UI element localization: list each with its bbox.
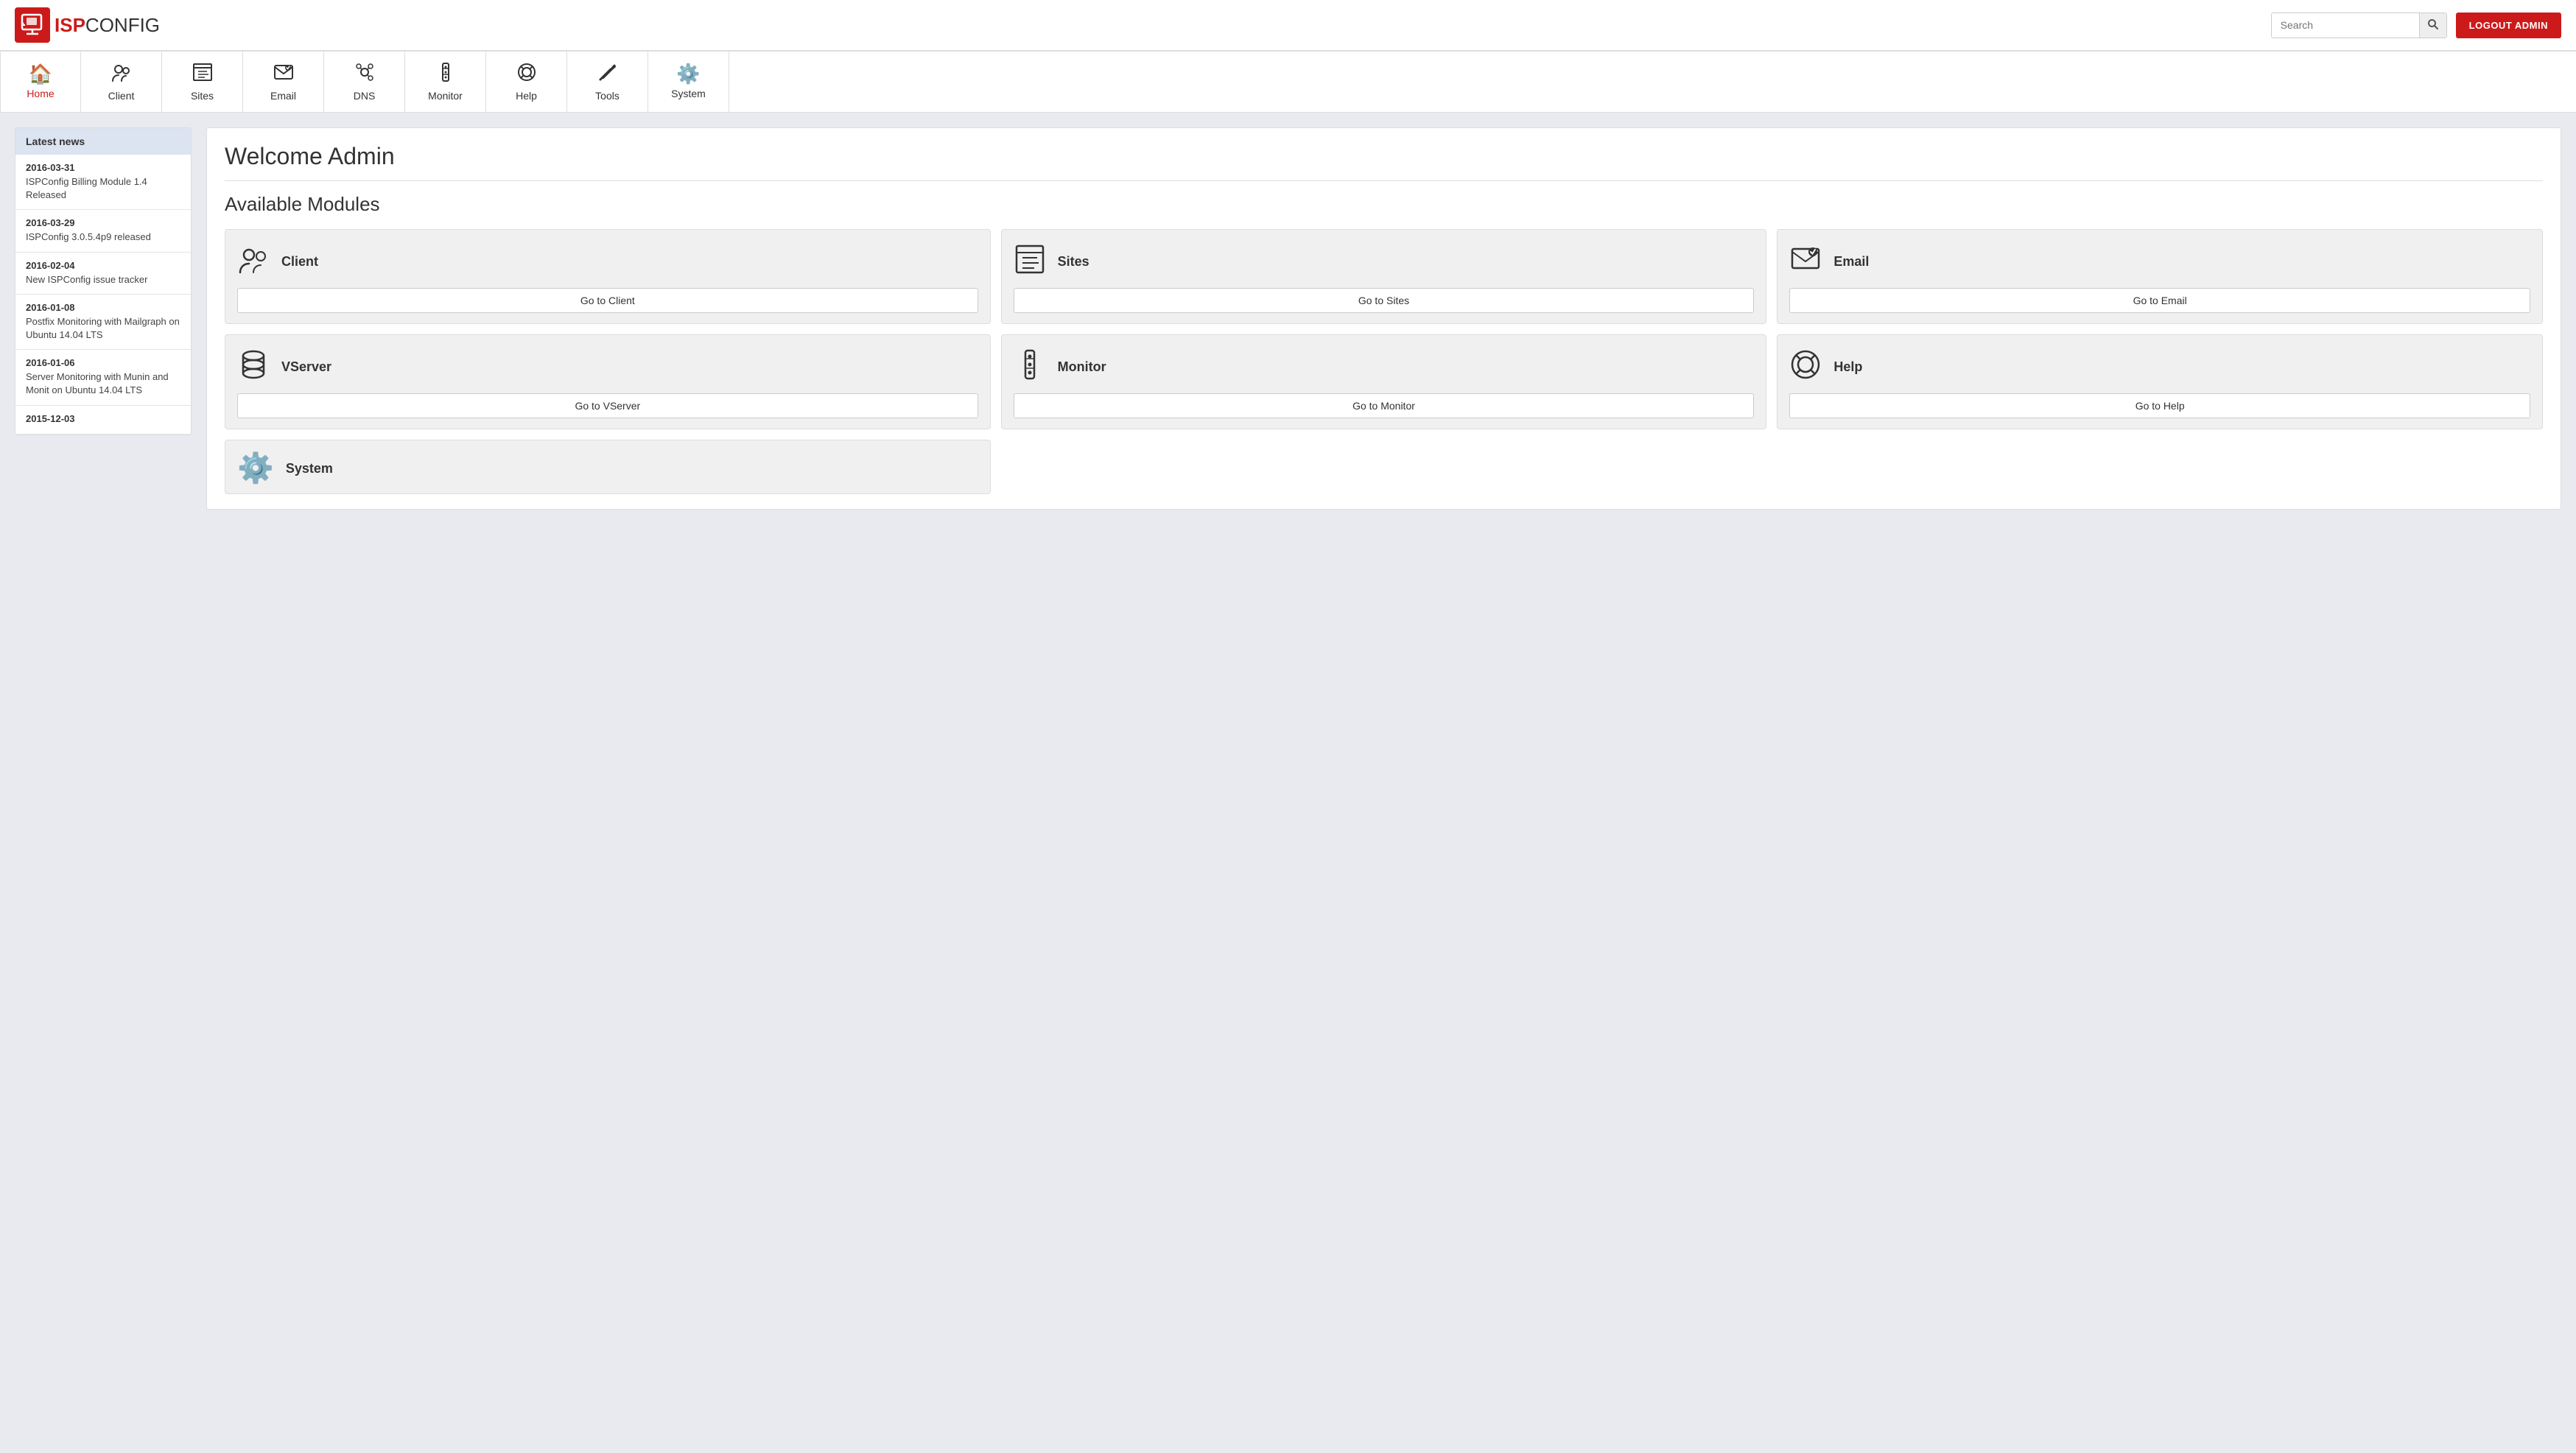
header-right: LOGOUT ADMIN bbox=[2271, 13, 2561, 38]
module-card-system: ⚙️ System bbox=[225, 440, 991, 494]
module-top-monitor: Monitor bbox=[1014, 348, 1755, 386]
nav-item-sites[interactable]: Sites bbox=[162, 52, 243, 112]
search-input[interactable] bbox=[2272, 14, 2419, 36]
news-item: 2016-03-31 ISPConfig Billing Module 1.4 … bbox=[15, 155, 191, 210]
module-card-monitor: Monitor Go to Monitor bbox=[1001, 334, 1767, 429]
nav-bar: 🏠 Home Client Sites bbox=[0, 51, 2576, 113]
module-card-email: Email Go to Email bbox=[1777, 229, 2543, 324]
module-top-vserver: VServer bbox=[237, 348, 978, 386]
sidebar-header: Latest news bbox=[15, 128, 191, 155]
goto-monitor-button[interactable]: Go to Monitor bbox=[1014, 393, 1755, 418]
logout-button[interactable]: LOGOUT ADMIN bbox=[2456, 13, 2561, 38]
vserver-module-name: VServer bbox=[281, 359, 331, 375]
module-top-help: Help bbox=[1789, 348, 2530, 386]
module-card-sites: Sites Go to Sites bbox=[1001, 229, 1767, 324]
nav-item-help[interactable]: Help bbox=[486, 52, 567, 112]
nav-label-client: Client bbox=[108, 90, 135, 102]
nav-label-home: Home bbox=[27, 88, 54, 99]
nav-label-tools: Tools bbox=[595, 90, 620, 102]
monitor-module-icon bbox=[1014, 348, 1046, 386]
logo-text: ISPCONFIG bbox=[55, 14, 160, 37]
dns-icon bbox=[354, 62, 375, 85]
news-date: 2016-02-04 bbox=[26, 260, 180, 271]
news-item: 2016-01-06 Server Monitoring with Munin … bbox=[15, 350, 191, 405]
nav-label-dns: DNS bbox=[354, 90, 376, 102]
module-top-client: Client bbox=[237, 243, 978, 281]
system-module-name: System bbox=[286, 461, 333, 476]
goto-client-button[interactable]: Go to Client bbox=[237, 288, 978, 313]
nav-item-tools[interactable]: Tools bbox=[567, 52, 648, 112]
help-icon bbox=[516, 62, 537, 85]
news-item: 2016-03-29 ISPConfig 3.0.5.4p9 released bbox=[15, 210, 191, 252]
help-module-name: Help bbox=[1833, 359, 1862, 375]
news-date: 2015-12-03 bbox=[26, 413, 180, 424]
nav-item-dns[interactable]: DNS bbox=[324, 52, 405, 112]
module-card-help: Help Go to Help bbox=[1777, 334, 2543, 429]
welcome-title: Welcome Admin bbox=[225, 143, 2543, 181]
news-item: 2016-01-08 Postfix Monitoring with Mailg… bbox=[15, 295, 191, 350]
nav-label-monitor: Monitor bbox=[428, 90, 463, 102]
news-date: 2016-03-31 bbox=[26, 162, 180, 173]
logo: ISPCONFIG bbox=[15, 7, 160, 43]
module-card-client: Client Go to Client bbox=[225, 229, 991, 324]
main-layout: Latest news 2016-03-31 ISPConfig Billing… bbox=[0, 113, 2576, 524]
nav-item-system[interactable]: ⚙️ System bbox=[648, 52, 729, 112]
monitor-module-name: Monitor bbox=[1058, 359, 1106, 375]
vserver-module-icon bbox=[237, 348, 270, 386]
header: ISPCONFIG LOGOUT ADMIN bbox=[0, 0, 2576, 51]
goto-help-button[interactable]: Go to Help bbox=[1789, 393, 2530, 418]
home-icon: 🏠 bbox=[29, 64, 52, 83]
goto-email-button[interactable]: Go to Email bbox=[1789, 288, 2530, 313]
news-title: New ISPConfig issue tracker bbox=[26, 273, 180, 286]
sites-module-icon bbox=[1014, 243, 1046, 281]
email-module-icon bbox=[1789, 243, 1822, 281]
system-icon: ⚙️ bbox=[676, 64, 700, 83]
client-module-icon bbox=[237, 243, 270, 281]
nav-label-sites: Sites bbox=[191, 90, 214, 102]
sites-icon bbox=[192, 62, 213, 85]
news-title: Postfix Monitoring with Mailgraph on Ubu… bbox=[26, 315, 180, 342]
search-icon bbox=[2427, 18, 2439, 30]
search-button[interactable] bbox=[2419, 13, 2446, 38]
sidebar: Latest news 2016-03-31 ISPConfig Billing… bbox=[15, 127, 192, 435]
email-icon bbox=[273, 62, 294, 85]
goto-sites-button[interactable]: Go to Sites bbox=[1014, 288, 1755, 313]
nav-item-client[interactable]: Client bbox=[81, 52, 162, 112]
monitor-icon bbox=[435, 62, 456, 85]
nav-item-email[interactable]: Email bbox=[243, 52, 324, 112]
nav-label-help: Help bbox=[516, 90, 537, 102]
module-top-sites: Sites bbox=[1014, 243, 1755, 281]
system-module-icon: ⚙️ bbox=[237, 454, 274, 483]
tools-icon bbox=[597, 62, 618, 85]
news-item: 2016-02-04 New ISPConfig issue tracker bbox=[15, 253, 191, 295]
modules-title: Available Modules bbox=[225, 193, 2543, 216]
nav-label-system: System bbox=[671, 88, 706, 99]
nav-item-monitor[interactable]: Monitor bbox=[405, 52, 486, 112]
news-title: Server Monitoring with Munin and Monit o… bbox=[26, 370, 180, 397]
news-title: ISPConfig Billing Module 1.4 Released bbox=[26, 175, 180, 202]
client-icon bbox=[111, 62, 132, 85]
goto-vserver-button[interactable]: Go to VServer bbox=[237, 393, 978, 418]
news-item: 2015-12-03 bbox=[15, 406, 191, 435]
content-area: Welcome Admin Available Modules Client bbox=[206, 127, 2561, 510]
module-top-email: Email bbox=[1789, 243, 2530, 281]
search-box bbox=[2271, 13, 2447, 38]
nav-item-home[interactable]: 🏠 Home bbox=[0, 52, 81, 112]
module-card-vserver: VServer Go to VServer bbox=[225, 334, 991, 429]
email-module-name: Email bbox=[1833, 254, 1869, 270]
client-module-name: Client bbox=[281, 254, 318, 270]
help-module-icon bbox=[1789, 348, 1822, 386]
sites-module-name: Sites bbox=[1058, 254, 1089, 270]
module-top-system: ⚙️ System bbox=[237, 454, 978, 483]
news-date: 2016-03-29 bbox=[26, 217, 180, 228]
news-date: 2016-01-08 bbox=[26, 302, 180, 313]
nav-label-email: Email bbox=[270, 90, 296, 102]
logo-icon bbox=[15, 7, 50, 43]
news-title: ISPConfig 3.0.5.4p9 released bbox=[26, 231, 180, 244]
modules-grid: Client Go to Client bbox=[225, 229, 2543, 494]
news-date: 2016-01-06 bbox=[26, 357, 180, 368]
